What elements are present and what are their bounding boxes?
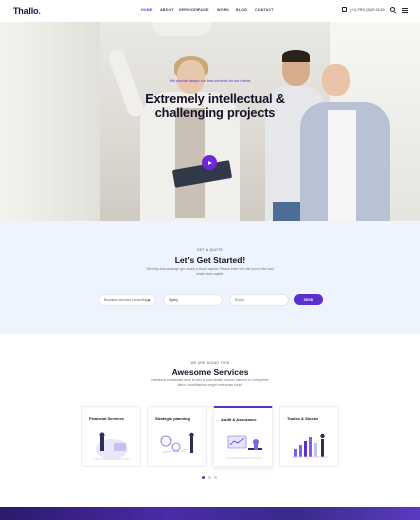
quote-section: GET A QUOTE Let's Get Started! We fully … — [0, 221, 420, 334]
name-field[interactable]: Sjarry — [163, 294, 223, 306]
hero-background-wall — [0, 22, 100, 221]
service-select-value: Business services consulting — [104, 298, 148, 302]
quote-description: We fully acknowledge get nearly a cloud … — [146, 267, 274, 276]
chevron-down-icon — [147, 298, 151, 302]
audit-illustration-icon — [226, 435, 262, 459]
quote-title: Let's Get Started! — [174, 255, 246, 265]
site-logo[interactable]: Thallo. — [13, 6, 41, 16]
service-card-financial[interactable]: Financial Services — [81, 406, 141, 467]
services-description: Interlesse collaborate here ia onto a pu… — [151, 378, 269, 387]
send-button[interactable]: SEND — [294, 294, 323, 305]
email-field[interactable]: Email — [229, 294, 289, 306]
site-header: Thallo. HOME ABOUT SERVICES PAGE WORK BL… — [0, 0, 420, 22]
services-title: Awesome Services — [171, 367, 249, 377]
name-field-value: Sjarry — [169, 298, 178, 302]
service-card-title: Audit & Assurance — [221, 417, 257, 422]
service-card-title: Financial Services — [89, 416, 124, 421]
footer-banner — [0, 507, 420, 520]
service-card-trades[interactable]: Trades & Stocks — [279, 406, 339, 467]
nav-home[interactable]: HOME — [141, 8, 160, 12]
hero-woman-with-tablet — [106, 47, 240, 221]
nav-page[interactable]: PAGE — [198, 8, 217, 12]
financial-illustration-icon — [94, 432, 130, 460]
hero-lamp — [152, 22, 212, 36]
service-card-title: Strategic planning — [155, 416, 190, 421]
hero-woman-smiling — [300, 60, 390, 221]
phone-number: (+1) PRO (5)20 45 50 — [350, 7, 385, 12]
trades-chart-icon — [292, 433, 328, 458]
hero-title: Extremely intellectual & challenging pro… — [145, 91, 285, 120]
services-eyebrow: WE ARE DOING THIS — [190, 361, 230, 365]
search-icon[interactable] — [390, 7, 395, 12]
service-card-title: Trades & Stocks — [287, 416, 319, 421]
hero-section: We provide always our best services for … — [0, 22, 420, 221]
nav-blog[interactable]: BLOG — [236, 8, 255, 12]
service-card-strategic[interactable]: Strategic planning — [147, 406, 207, 467]
nav-about[interactable]: ABOUT — [160, 8, 179, 12]
menu-icon[interactable] — [402, 8, 408, 13]
phone-contact[interactable]: (+1) PRO (5)20 45 50 — [342, 7, 385, 12]
nav-work[interactable]: WORK — [217, 8, 236, 12]
service-select[interactable]: Business services consulting — [98, 294, 156, 306]
carousel-dot[interactable] — [214, 476, 217, 479]
carousel-dots — [202, 476, 217, 479]
email-field-placeholder: Email — [235, 298, 244, 302]
phone-icon — [342, 7, 347, 12]
main-nav: HOME ABOUT SERVICES PAGE WORK BLOG CONTA… — [141, 8, 274, 12]
play-video-button[interactable] — [202, 155, 217, 170]
carousel-dot-active[interactable] — [202, 476, 205, 479]
quote-eyebrow: GET A QUOTE — [196, 248, 224, 252]
service-card-audit[interactable]: Audit & Assurance — [213, 406, 273, 467]
hero-tagline: We provide always our best services for … — [169, 79, 251, 83]
nav-contact[interactable]: CONTACT — [255, 8, 274, 12]
strategy-illustration-icon — [160, 432, 194, 454]
nav-services[interactable]: SERVICES — [179, 8, 199, 12]
carousel-dot[interactable] — [208, 476, 211, 479]
